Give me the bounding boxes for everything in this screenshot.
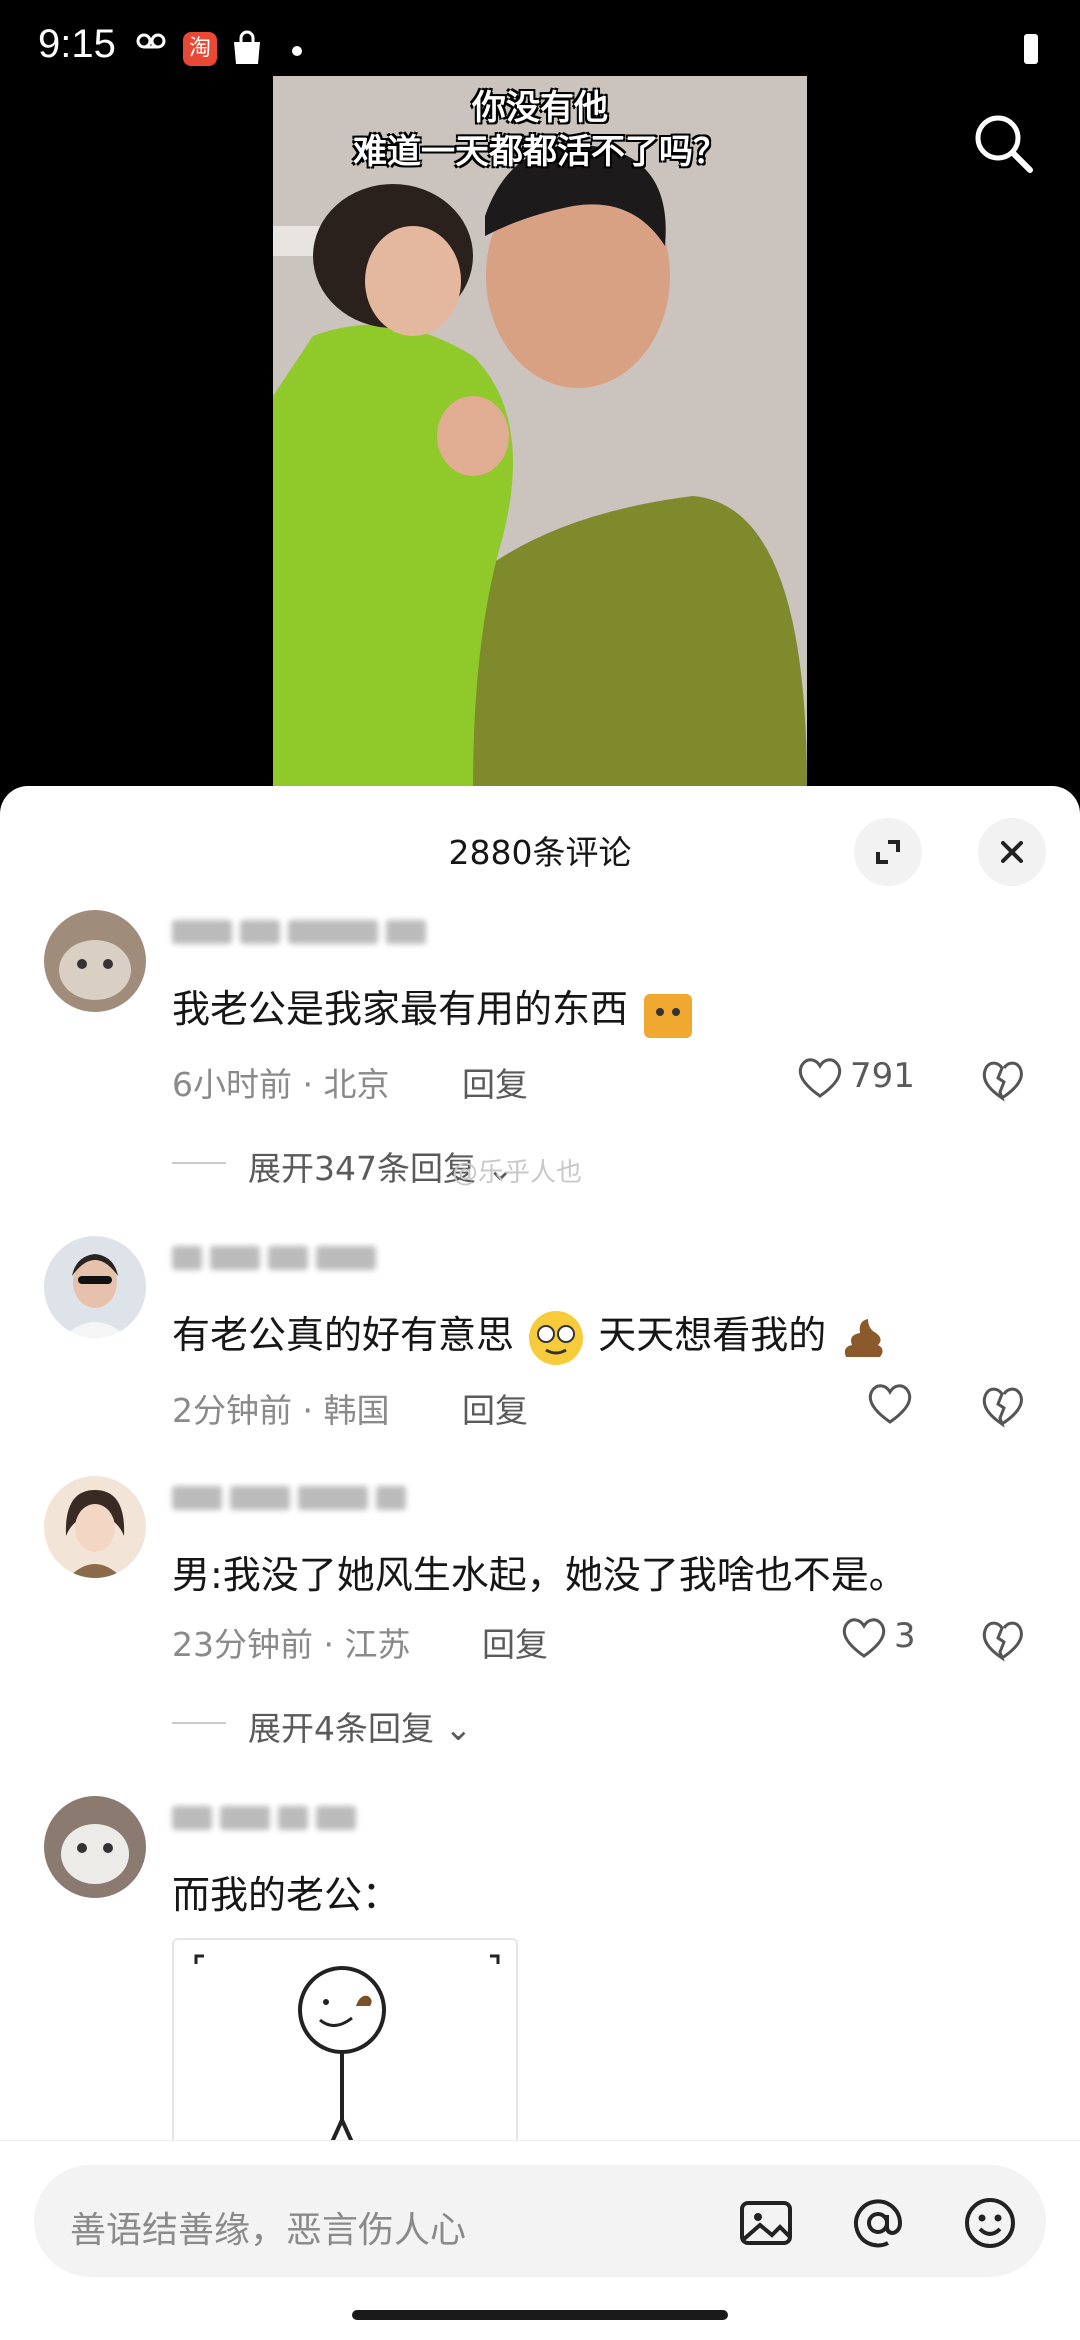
expand-replies-button[interactable]: 展开4条回复 ⌄ [248,1702,472,1750]
cat-avatar-image [44,1796,146,1898]
video-caption-line2: 难道一天都都活不了吗？ [353,132,727,172]
image-icon[interactable] [738,2195,794,2251]
comment-text-content: 我老公是我家最有用的东西 [172,987,629,1031]
divider-line [172,1722,226,1724]
reply-button[interactable]: 回复 [462,1058,528,1106]
video-caption-line1: 你没有他 [472,88,608,128]
comment-text: 有老公真的好有意思 天天想看我的 [172,1304,888,1368]
comment-meta: 23分钟前 · 江苏 [172,1625,411,1664]
divider-line [172,1162,226,1164]
status-bar: 9:15 淘 [0,0,1080,80]
comment-text-content: 有老公真的好有意思 [172,1313,515,1357]
comment-text: 我老公是我家最有用的东西 [172,978,696,1040]
status-time: 9:15 [38,22,116,66]
like-count: 791 [850,1056,915,1096]
avatar[interactable] [44,1796,146,1898]
comment-input-placeholder: 善语结善缘，恶言伤人心 [70,2210,467,2251]
comment-meta: 6小时前 · 北京 [172,1065,390,1104]
username-blurred[interactable] [172,1806,364,1834]
video-frame-image [273,76,807,788]
comment-text: 男:我没了她风生水起，她没了我啥也不是。 [172,1553,907,1597]
reply-button[interactable]: 回复 [482,1618,548,1666]
heart-icon[interactable] [866,1382,914,1426]
comment-input[interactable]: 善语结善缘，恶言伤人心 [34,2165,1046,2277]
comment-meta: 2分钟前 · 韩国 [172,1391,390,1430]
illustrated-avatar-image [44,1476,146,1578]
cat-avatar-image [44,910,146,1012]
broken-heart-icon[interactable] [980,1058,1024,1102]
close-button[interactable] [978,818,1046,886]
person-avatar-image [44,1236,146,1338]
video-caption: 你没有他 难道一天都都活不了吗？ [273,86,807,174]
expand-icon [876,840,900,864]
video-player[interactable]: 你没有他 难道一天都都活不了吗？ [273,76,807,788]
avatar[interactable] [44,910,146,1012]
close-icon [1001,841,1023,863]
nerd-face-emoji-icon [529,1310,584,1365]
expand-replies-label: 展开347条回复 [248,1149,476,1188]
like-count: 3 [894,1616,916,1656]
watermark: @乐乎人也 [452,1158,583,1188]
taobao-app-icon: 淘 [183,32,217,66]
stick-figure-sticker-image[interactable] [172,1938,518,2158]
search-icon[interactable] [968,108,1038,178]
voicemail-icon [136,33,166,49]
gesture-nav-handle[interactable] [352,2310,728,2320]
reply-button[interactable]: 回复 [462,1384,528,1432]
expand-replies-label: 展开4条回复 [248,1709,434,1748]
chevron-down-icon: ⌄ [444,1709,473,1748]
username-blurred[interactable] [172,920,434,948]
notification-dot-icon [292,46,302,56]
broken-heart-icon[interactable] [980,1384,1024,1428]
username-blurred[interactable] [172,1246,384,1274]
avatar[interactable] [44,1236,146,1338]
heart-icon[interactable] [796,1056,844,1100]
broken-heart-icon[interactable] [980,1618,1024,1662]
fullscreen-button[interactable] [854,818,922,886]
poop-emoji-icon [845,1318,883,1357]
heart-icon[interactable] [840,1616,888,1660]
username-blurred[interactable] [172,1486,414,1514]
mention-icon[interactable] [850,2195,906,2251]
avatar[interactable] [44,1476,146,1578]
battery-icon [1024,34,1038,64]
comment-text: 而我的老公： [172,1873,401,1917]
comment-text-content-2: 天天想看我的 [598,1313,827,1357]
cat-emoji-icon [644,993,693,1038]
shopping-bag-icon [234,30,260,64]
emoji-icon[interactable] [962,2195,1018,2251]
